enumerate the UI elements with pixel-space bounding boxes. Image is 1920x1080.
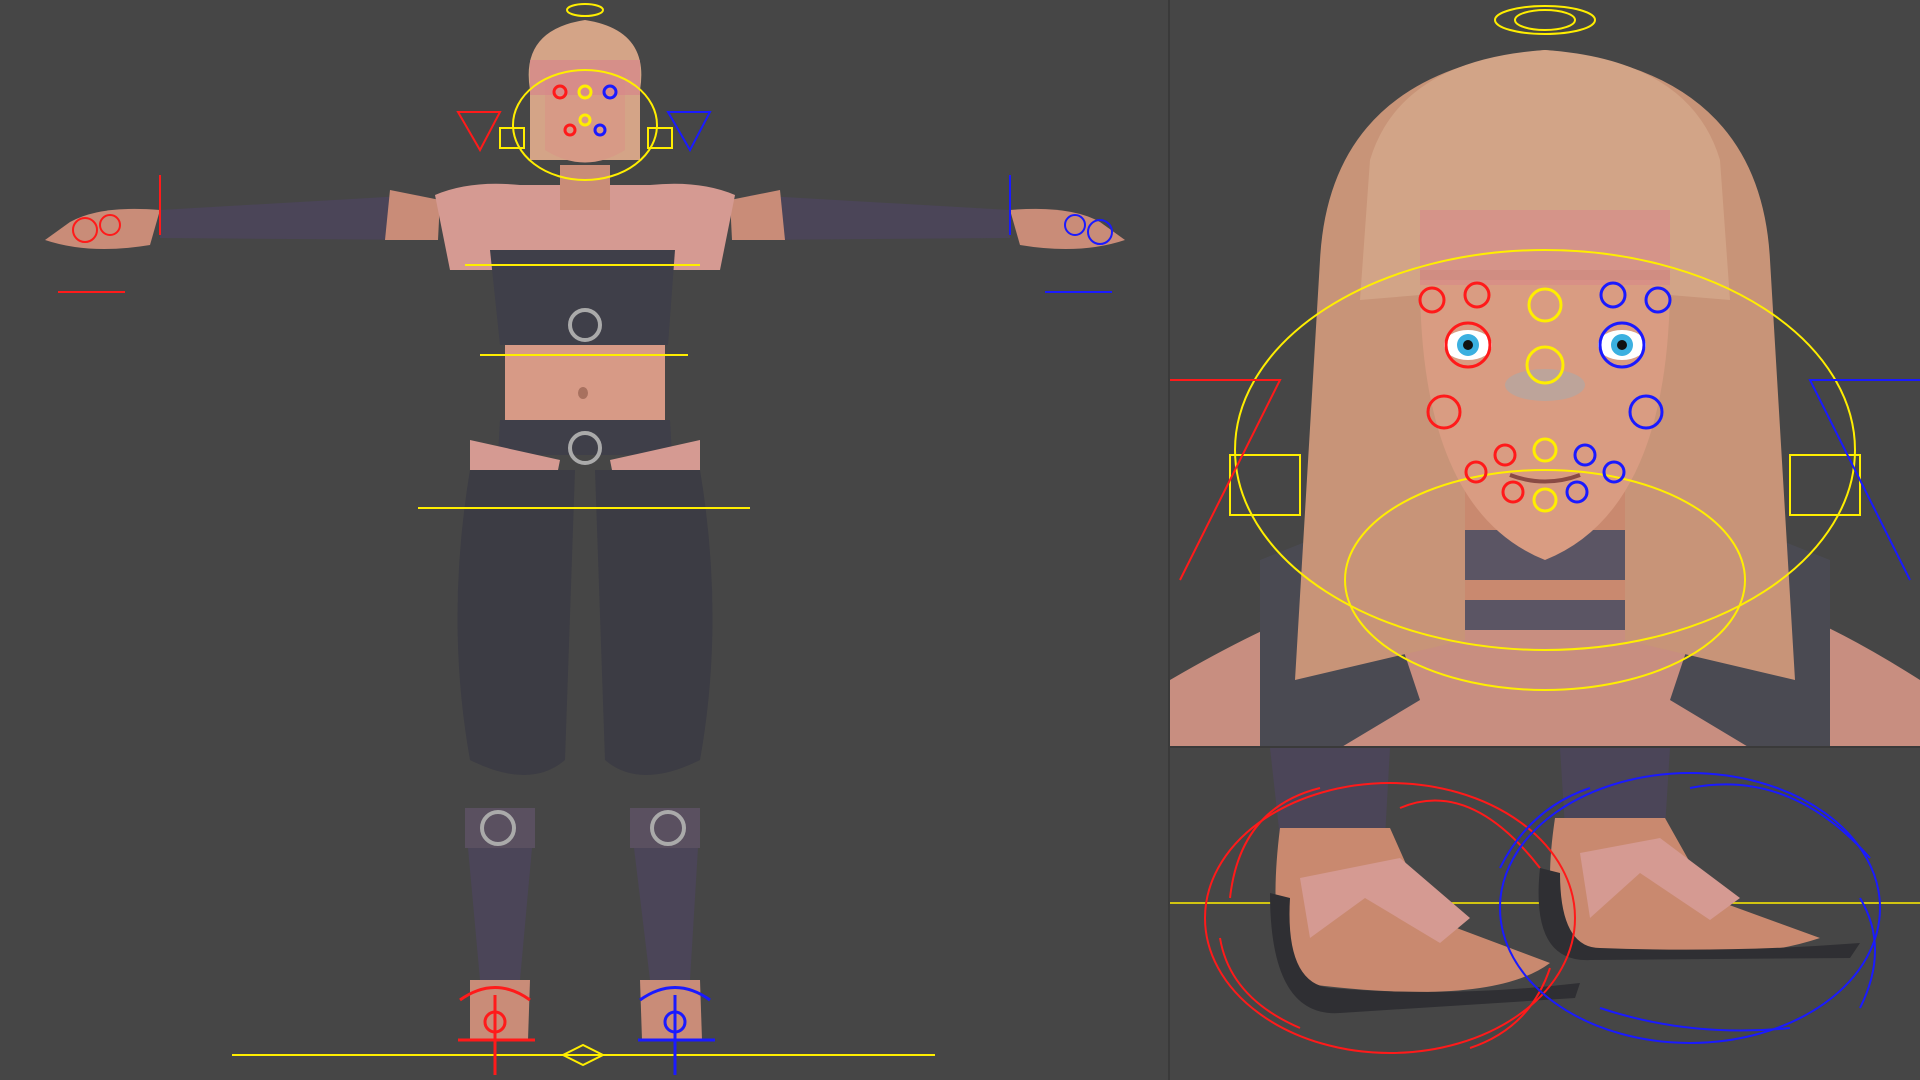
viewport-full-body[interactable] xyxy=(0,0,1170,1080)
viewport-divider-horizontal[interactable] xyxy=(1170,746,1920,748)
right-shin xyxy=(1560,748,1670,828)
face-scene xyxy=(1170,0,1920,748)
feet-scene xyxy=(1170,748,1920,1080)
left-shin xyxy=(1270,748,1390,838)
viewport-feet-closeup[interactable] xyxy=(1170,748,1920,1080)
choker-lower xyxy=(1440,600,1650,630)
viewport-divider-vertical[interactable] xyxy=(1168,0,1170,1080)
viewport-face-closeup[interactable] xyxy=(1170,0,1920,748)
nose-bridge xyxy=(1505,369,1585,401)
full-body-scene xyxy=(0,0,1170,1080)
